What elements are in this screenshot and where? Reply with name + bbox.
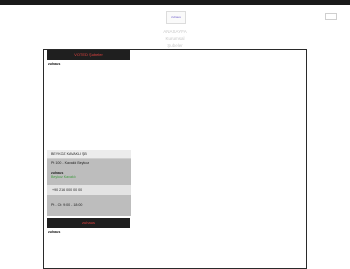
logo[interactable]: zuhaus bbox=[166, 11, 186, 24]
top-bar bbox=[0, 0, 350, 5]
opening-hours: Pt - Ct: 9:00 - 18:00 bbox=[51, 203, 83, 207]
branch-address: Pt 100 - Kavaklı Beykoz bbox=[51, 161, 90, 165]
top-panel-header[interactable]: VOTED Şubeler bbox=[47, 50, 130, 60]
bottom-panel: zuhaus zuhaus bbox=[47, 218, 130, 236]
nav-link-branches[interactable]: Şubeler bbox=[140, 42, 210, 49]
phone-row[interactable]: +90 216 000 00 00 bbox=[47, 185, 131, 195]
branch-title: BEYKOZ KAVAKLI ŞB bbox=[47, 150, 131, 159]
top-panel: VOTED Şubeler zuhaus bbox=[47, 50, 130, 68]
branch-info-card: BEYKOZ KAVAKLI ŞB Pt 100 - Kavaklı Beyko… bbox=[47, 150, 131, 216]
main-nav: ANASAYFA Kurumsal Şubeler bbox=[140, 28, 210, 49]
shop-subtitle: Beykoz Kavaklı bbox=[51, 175, 76, 179]
bottom-panel-label: zuhaus bbox=[48, 230, 61, 234]
menu-button[interactable] bbox=[325, 13, 337, 20]
bottom-panel-header[interactable]: zuhaus bbox=[47, 218, 130, 228]
nav-link-home[interactable]: ANASAYFA bbox=[140, 28, 210, 35]
nav-link-corporate[interactable]: Kurumsal bbox=[140, 35, 210, 42]
top-panel-label: zuhaus bbox=[48, 62, 61, 66]
